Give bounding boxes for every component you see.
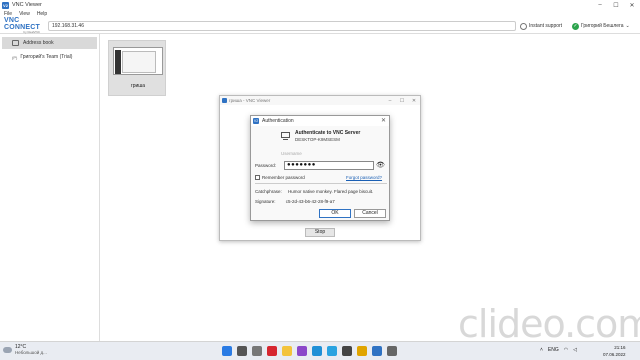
app-icon[interactable] xyxy=(297,346,307,356)
remember-label: Remember password xyxy=(262,175,305,180)
support-icon xyxy=(520,22,527,30)
instant-support-button[interactable]: Instant support xyxy=(520,21,562,31)
user-menu[interactable]: ✓ Григорий Бешлега ⌄ xyxy=(572,21,630,31)
thumbnail-label: гриша xyxy=(130,83,146,89)
search-icon[interactable] xyxy=(237,346,247,356)
checkbox[interactable] xyxy=(255,175,260,180)
watermark: clideo.com xyxy=(458,302,640,346)
auth-server: DESKTOP-K9MSESM xyxy=(295,137,340,142)
auth-heading: Authenticate to VNC Server xyxy=(295,130,361,136)
telegram-icon[interactable] xyxy=(327,346,337,356)
wifi-icon[interactable]: ◠ xyxy=(564,347,568,353)
close-button[interactable]: ✕ xyxy=(624,0,640,10)
clock-date: 07.06.2022 xyxy=(603,352,626,357)
app-icon[interactable] xyxy=(387,346,397,356)
speaker-icon[interactable]: ◁ xyxy=(573,347,577,353)
sidebar-item-team[interactable]: (P) Григорий's Team (Trial) xyxy=(0,51,99,63)
password-field[interactable]: ●●●●●●● xyxy=(284,161,374,170)
app-icon[interactable] xyxy=(342,346,352,356)
system-tray: ˄ ENG ◠ ◁ xyxy=(540,347,582,353)
title-bar: V2 VNC Viewer – ☐ ✕ xyxy=(0,0,640,10)
vnc-logo-icon xyxy=(222,98,227,103)
chevron-down-icon: ⌄ xyxy=(625,23,630,29)
vnc-logo-icon: V2 xyxy=(253,118,259,124)
task-view-icon[interactable] xyxy=(252,346,262,356)
auth-title-bar: V2 Authentication xyxy=(251,116,389,126)
windows-start-icon[interactable] xyxy=(222,346,232,356)
user-name: Григорий Бешлега xyxy=(581,23,624,29)
auth-title: Authentication xyxy=(262,118,294,124)
opera-icon[interactable] xyxy=(267,346,277,356)
chevron-up-icon[interactable]: ˄ xyxy=(540,347,543,353)
toolbar: VNC CONNECT by RealVNC 192.168.31.46 Ins… xyxy=(0,17,640,34)
instant-support-label: Instant support xyxy=(529,23,563,29)
catchphrase-label: Catchphrase: xyxy=(255,189,282,194)
team-badge: (P) xyxy=(12,54,18,60)
divider xyxy=(255,183,387,184)
brand-logo: VNC CONNECT by RealVNC xyxy=(4,17,44,34)
computer-thumbnail[interactable]: гриша xyxy=(108,40,166,96)
auth-header: Authenticate to VNC Server DESKTOP-K9MSE… xyxy=(295,130,360,142)
session-title-bar: гриша - VNC Viewer – ☐ ✕ xyxy=(220,96,420,105)
sidebar: Address book (P) Григорий's Team (Trial) xyxy=(0,34,100,341)
minimize-button[interactable]: – xyxy=(384,96,396,105)
clock-time: 21:16 xyxy=(614,345,626,350)
maximize-button[interactable]: ☐ xyxy=(608,0,624,10)
remember-password-checkbox[interactable]: Remember password xyxy=(255,175,305,180)
catchphrase-row: Catchphrase: Humor native monkey. Flared… xyxy=(255,189,373,194)
explorer-icon[interactable] xyxy=(282,346,292,356)
store-icon[interactable] xyxy=(357,346,367,356)
language-indicator[interactable]: ENG xyxy=(548,347,559,353)
sidebar-item-label: Григорий's Team (Trial) xyxy=(20,54,73,60)
cloud-icon xyxy=(3,346,12,353)
taskbar: 12°C Небольшой д... ˄ ENG ◠ ◁ 21:16 07.0… xyxy=(0,341,640,360)
session-title: гриша - VNC Viewer xyxy=(229,98,271,103)
ok-button[interactable]: OK xyxy=(319,209,351,218)
session-window-controls: – ☐ ✕ xyxy=(384,96,420,105)
stop-button[interactable]: Stop xyxy=(305,228,335,237)
signature-label: Signature: xyxy=(255,199,276,204)
signature-value: c5-2d-43-b6-42-28-f9-a7 xyxy=(285,199,335,204)
edge-icon[interactable] xyxy=(312,346,322,356)
maximize-button[interactable]: ☐ xyxy=(396,96,408,105)
vnc-logo-icon: V2 xyxy=(2,1,9,9)
show-password-icon[interactable]: 👁 xyxy=(376,162,386,169)
window-title: VNC Viewer xyxy=(12,2,42,8)
window-controls: – ☐ ✕ xyxy=(592,0,640,10)
address-book-icon xyxy=(12,40,19,46)
username-placeholder: Username xyxy=(281,151,302,156)
sidebar-item-label: Address book xyxy=(23,40,54,46)
clock[interactable]: 21:16 07.06.2022 xyxy=(603,344,626,358)
catchphrase-value: Humor native monkey. Flared page biscuit… xyxy=(288,189,374,194)
sidebar-item-address-book[interactable]: Address book xyxy=(2,37,97,49)
close-icon[interactable]: ✕ xyxy=(381,117,386,124)
vnc-viewer-window: V2 VNC Viewer – ☐ ✕ File View Help VNC C… xyxy=(0,0,640,341)
close-button[interactable]: ✕ xyxy=(408,96,420,105)
cancel-button[interactable]: Cancel xyxy=(354,209,386,218)
forgot-password-link[interactable]: Forgot password? xyxy=(346,175,382,180)
minimize-button[interactable]: – xyxy=(592,0,608,10)
address-input[interactable]: 192.168.31.46 xyxy=(48,21,516,31)
thumbnail-screen xyxy=(113,47,163,75)
signature-row: Signature: c5-2d-43-b6-42-28-f9-a7 xyxy=(255,199,335,204)
vnc-viewer-taskbar-icon[interactable] xyxy=(372,346,382,356)
password-label: Password: xyxy=(255,163,277,168)
weather-desc: Небольшой д... xyxy=(15,350,47,355)
monitor-icon xyxy=(281,132,290,140)
brand-main: VNC CONNECT xyxy=(4,17,41,31)
taskbar-apps xyxy=(222,346,402,356)
checkmark-icon: ✓ xyxy=(572,22,579,30)
weather-widget[interactable]: 12°C Небольшой д... xyxy=(3,344,47,355)
authentication-dialog: V2 Authentication ✕ Authenticate to VNC … xyxy=(250,115,390,221)
